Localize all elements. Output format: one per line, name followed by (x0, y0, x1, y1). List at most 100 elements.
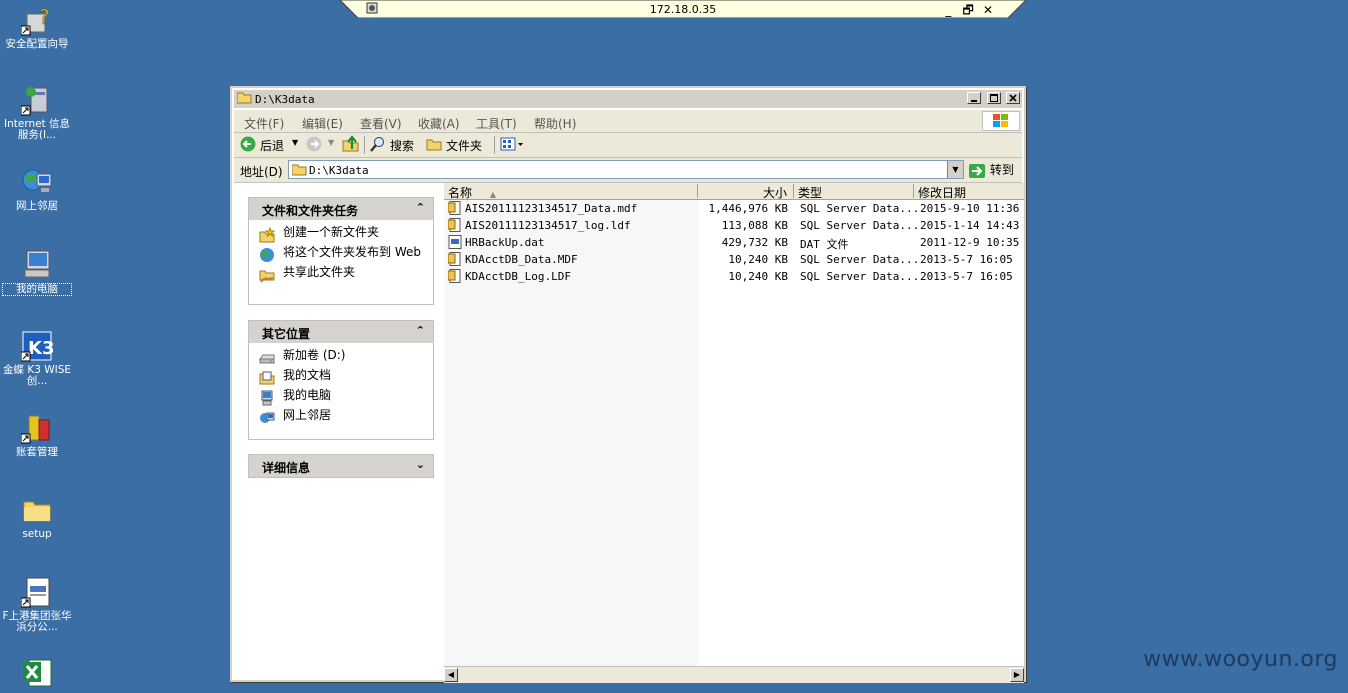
task-label: 创建一个新文件夹 (283, 225, 380, 239)
menu-view[interactable]: 查看(V) (360, 115, 402, 132)
folders-icon[interactable] (426, 136, 442, 155)
desktop-icon-network-places[interactable]: 网上邻居 (2, 166, 72, 212)
file-tasks-title: 文件和文件夹任务 (262, 204, 359, 218)
place-my-documents[interactable]: 我的文档 (259, 369, 427, 387)
column-header-size[interactable]: 大小 (698, 184, 794, 200)
svg-text:K3: K3 (28, 338, 53, 359)
address-dropdown-icon[interactable]: ▼ (947, 161, 963, 178)
my-computer-icon (21, 248, 53, 280)
search-button[interactable]: 搜索 (390, 137, 414, 154)
rdp-minimize-button[interactable]: _ (940, 3, 956, 17)
menu-tools[interactable]: 工具(T) (476, 115, 517, 132)
forward-dropdown-icon[interactable]: ▼ (328, 138, 334, 147)
table-row[interactable]: AIS20111123134517_log.ldf 113,088 KB SQL… (444, 217, 1024, 234)
back-arrow-icon[interactable] (240, 136, 256, 155)
place-label: 网上邻居 (283, 408, 332, 422)
rdp-host: 172.18.0.35 (649, 3, 717, 16)
place-local-disk[interactable]: 新加卷 (D:) (259, 349, 427, 367)
sql-file-icon (447, 252, 462, 266)
desktop-icon-iis[interactable]: Internet 信息服务(I... (2, 84, 72, 141)
table-row[interactable]: AIS20111123134517_Data.mdf 1,446,976 KB … (444, 200, 1024, 217)
rdp-close-button[interactable]: ✕ (980, 3, 996, 17)
place-my-computer[interactable]: 我的电脑 (259, 389, 427, 407)
menu-favorites[interactable]: 收藏(A) (418, 115, 460, 132)
desktop-icon-security-wizard[interactable]: ? 安全配置向导 (2, 4, 72, 50)
scroll-right-icon[interactable]: ▶ (1010, 668, 1024, 682)
table-row[interactable]: KDAcctDB_Log.LDF 10,240 KB SQL Server Da… (444, 268, 1024, 285)
desktop-icon-setup[interactable]: setup (2, 494, 72, 540)
go-button[interactable]: 转到 (968, 161, 1014, 179)
desktop-icon-account-manager[interactable]: 账套管理 (2, 412, 72, 458)
menu-file[interactable]: 文件(F) (244, 115, 284, 132)
details-header[interactable]: 详细信息 ⌄ (249, 455, 433, 477)
document-icon (20, 576, 53, 608)
address-input[interactable]: D:\K3data ▼ (288, 160, 964, 179)
folder-icon (21, 494, 53, 526)
place-network[interactable]: 网上邻居 (259, 409, 427, 427)
table-row[interactable]: KDAcctDB_Data.MDF 10,240 KB SQL Server D… (444, 251, 1024, 268)
network-places-icon (259, 410, 275, 426)
search-icon[interactable] (370, 136, 386, 155)
task-label: 将这个文件夹发布到 Web (283, 245, 421, 259)
rdp-connection-bar: 172.18.0.35 _ 🗗 ✕ (340, 0, 1026, 18)
back-dropdown-icon[interactable]: ▼ (292, 138, 298, 147)
file-type: SQL Server Data... (800, 202, 920, 215)
my-computer-icon (259, 390, 275, 406)
scroll-left-icon[interactable]: ◀ (444, 668, 458, 682)
file-size: 10,240 KB (728, 270, 788, 283)
folder-icon (291, 163, 307, 179)
sort-ascending-icon: ▲ (489, 190, 496, 199)
file-size: 113,088 KB (721, 219, 788, 232)
title-bar[interactable]: D:\K3data (234, 90, 1022, 108)
file-list: 名称 ▲ 大小 类型 修改日期 AIS20111123134517_Data.m… (444, 183, 1024, 670)
column-header-type[interactable]: 类型 (794, 184, 914, 200)
globe-icon (259, 247, 275, 263)
task-share-folder[interactable]: 共享此文件夹 (259, 266, 427, 284)
views-icon[interactable] (500, 136, 526, 155)
column-header-modified[interactable]: 修改日期 (914, 184, 1024, 200)
my-documents-icon (259, 370, 275, 386)
security-wizard-icon: ? (20, 4, 53, 36)
place-label: 我的电脑 (283, 388, 332, 402)
expand-chevron-icon[interactable]: ⌄ (416, 458, 425, 471)
file-type: SQL Server Data... (800, 270, 920, 283)
desktop-icon-document[interactable]: F上港集团张华浜分公... (2, 576, 72, 633)
menu-help[interactable]: 帮助(H) (534, 115, 576, 132)
file-tasks-header[interactable]: 文件和文件夹任务 ⌃ (249, 198, 433, 220)
rdp-restore-button[interactable]: 🗗 (960, 1, 976, 22)
task-new-folder[interactable]: 创建一个新文件夹 (259, 226, 427, 244)
desktop-icon-label: 安全配置向导 (5, 38, 69, 50)
desktop-icon-label: F上港集团张华浜分公... (2, 610, 72, 633)
desktop-icon-label: 账套管理 (16, 446, 58, 458)
other-places-title: 其它位置 (262, 327, 311, 341)
window-title: D:\K3data (255, 93, 315, 106)
network-places-icon (21, 166, 53, 198)
explorer-window: D:\K3data 文件(F) 编辑(E) 查看(V) 收藏(A) 工具(T) … (230, 86, 1026, 683)
menu-bar: 文件(F) 编辑(E) 查看(V) 收藏(A) 工具(T) 帮助(H) (234, 110, 1022, 133)
collapse-chevron-icon[interactable]: ⌃ (416, 324, 425, 337)
table-row[interactable]: HRBackUp.dat 429,732 KB DAT 文件 2011-12-9… (444, 234, 1024, 251)
collapse-chevron-icon[interactable]: ⌃ (416, 201, 425, 214)
file-name: KDAcctDB_Log.LDF (465, 270, 571, 283)
other-places-header[interactable]: 其它位置 ⌃ (249, 321, 433, 343)
menu-edit[interactable]: 编辑(E) (302, 115, 343, 132)
folder-icon (236, 92, 252, 104)
column-header-name[interactable]: 名称 ▲ (444, 184, 698, 200)
file-size: 1,446,976 KB (708, 202, 788, 215)
desktop-icon-k3[interactable]: K3 金蝶 K3 WISE创... (2, 330, 72, 387)
task-publish-web[interactable]: 将这个文件夹发布到 Web (259, 246, 427, 264)
back-button[interactable]: 后退 (260, 137, 284, 154)
minimize-button[interactable] (967, 92, 981, 104)
maximize-button[interactable] (986, 92, 1001, 104)
column-header-bar: 名称 ▲ 大小 类型 修改日期 (444, 183, 1024, 200)
desktop-icon-excel[interactable] (2, 658, 72, 693)
details-panel: 详细信息 ⌄ (248, 454, 434, 478)
horizontal-scrollbar[interactable]: ◀ ▶ (444, 666, 1024, 683)
file-modified: 2011-12-9 10:35 (920, 236, 1020, 249)
folders-button[interactable]: 文件夹 (446, 137, 482, 154)
up-folder-icon[interactable] (342, 135, 360, 156)
file-name: HRBackUp.dat (465, 236, 545, 249)
close-button[interactable] (1006, 92, 1020, 104)
desktop-icon-my-computer[interactable]: 我的电脑 (2, 248, 72, 296)
forward-arrow-icon[interactable] (306, 136, 322, 155)
